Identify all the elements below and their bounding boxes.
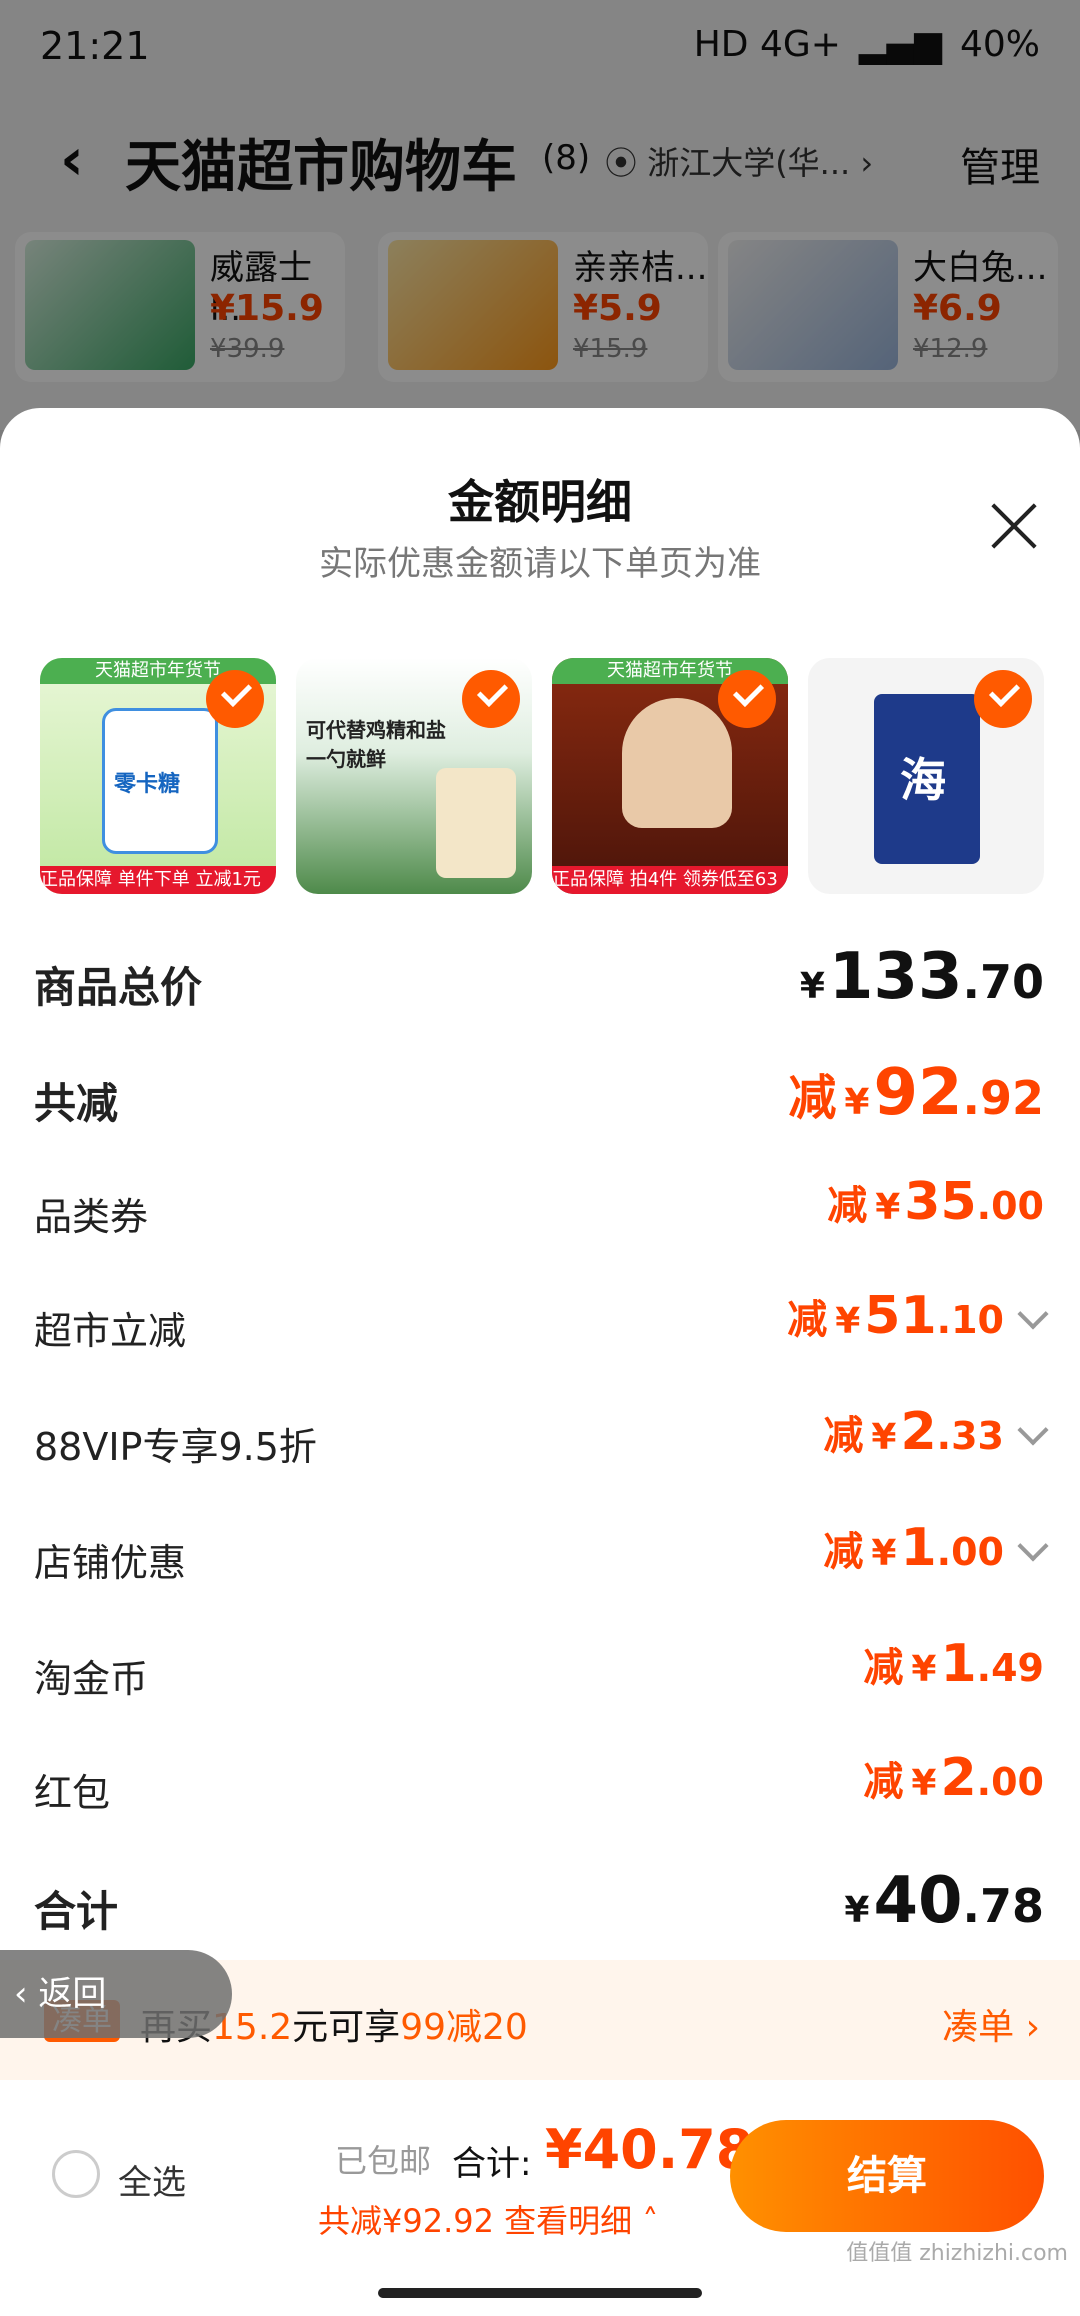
value-dec: .00 [976, 1184, 1044, 1228]
value-int: 40 [873, 1864, 963, 1938]
value-prefix: 减 [823, 1413, 864, 1459]
value-int: 35 [904, 1172, 977, 1232]
chevron-down-icon[interactable] [1017, 1530, 1049, 1562]
row-label: 店铺优惠 [34, 1541, 187, 1585]
row-store-discount[interactable]: 店铺优惠 减 ¥1.00 [34, 1518, 1049, 1598]
watermark: 值值值 zhizhizhi.com [846, 2241, 1068, 2266]
select-all-label[interactable]: 全选 [118, 2155, 186, 2204]
home-gesture-handle[interactable] [378, 2288, 702, 2298]
row-label: 淘金币 [34, 1657, 149, 1701]
value-prefix: 减 [863, 1759, 904, 1805]
thumb-label: 海 [900, 753, 946, 807]
currency-symbol: ¥ [871, 1533, 897, 1574]
row-label: 品类券 [34, 1195, 149, 1239]
row-value: 减 ¥2.33 [823, 1402, 1049, 1482]
selected-check-icon[interactable] [206, 670, 264, 728]
view-detail-toggle[interactable]: 共减¥92.92 查看明细 ˄ [318, 2196, 658, 2242]
value-int: 92 [873, 1056, 963, 1130]
value-dec: .10 [936, 1298, 1004, 1342]
row-value: 减 ¥35.00 [827, 1172, 1044, 1252]
close-icon[interactable] [988, 500, 1040, 552]
value-int: 133 [828, 940, 963, 1014]
currency-symbol: ¥ [871, 1417, 897, 1458]
value-int: 51 [864, 1286, 937, 1346]
product-image [622, 698, 732, 828]
row-value: 减 ¥1.49 [863, 1634, 1044, 1714]
value-dec: .70 [962, 955, 1045, 1009]
thumb-bottom-tag: 正品保障 单件下单 立减1元 [40, 866, 276, 894]
modal-overlay[interactable] [0, 0, 1080, 430]
row-goods-total: 商品总价 ¥133.70 [34, 940, 1044, 1020]
product-thumbnails: 天猫超市年货节 零卡糖 正品保障 单件下单 立减1元 可代替鸡精和盐 一勺就鲜 … [40, 658, 1050, 898]
row-value: 减 ¥1.00 [823, 1518, 1049, 1598]
chevron-down-icon[interactable] [1017, 1414, 1049, 1446]
value-prefix: 减 [788, 1070, 837, 1126]
selected-check-icon[interactable] [718, 670, 776, 728]
currency-symbol: ¥ [875, 1187, 901, 1228]
currency-symbol: ¥ [799, 966, 825, 1007]
value-dec: .00 [976, 1760, 1044, 1804]
value-prefix: 减 [787, 1297, 828, 1343]
product-thumb[interactable]: 天猫超市年货节 正品保障 拍4件 领券低至63折 [552, 658, 788, 894]
row-value: ¥133.70 [800, 940, 1044, 1020]
thumb-label: 可代替鸡精和盐 一勺就鲜 [306, 718, 446, 771]
add-on-link[interactable]: 凑单 › [942, 1998, 1040, 2050]
value-dec: .49 [976, 1646, 1044, 1690]
row-value: 减 ¥92.92 [788, 1056, 1044, 1136]
value-prefix: 减 [823, 1529, 864, 1575]
row-market-instant[interactable]: 超市立减 减 ¥51.10 [34, 1286, 1049, 1366]
currency-symbol: ¥ [844, 1890, 870, 1931]
selected-check-icon[interactable] [462, 670, 520, 728]
product-thumb[interactable]: 天猫超市年货节 零卡糖 正品保障 单件下单 立减1元 [40, 658, 276, 894]
row-category-coupon: 品类券 减 ¥35.00 [34, 1172, 1044, 1252]
row-label: 合计 [34, 1887, 119, 1936]
row-value: 减 ¥2.00 [863, 1748, 1044, 1828]
value-prefix: 减 [827, 1183, 868, 1229]
value-int: 2 [940, 1748, 977, 1808]
checkout-button[interactable]: 结算 [730, 2120, 1044, 2232]
selected-check-icon[interactable] [974, 670, 1032, 728]
thumb-label: 零卡糖 [114, 772, 181, 797]
back-button[interactable]: ‹ 返回 [0, 1950, 232, 2038]
row-label: 共减 [34, 1079, 119, 1128]
value-prefix: 减 [863, 1645, 904, 1691]
system-nav-bar [0, 2270, 1080, 2316]
sheet-title: 金额明细 [448, 475, 632, 529]
product-thumb[interactable]: 可代替鸡精和盐 一勺就鲜 [296, 658, 532, 894]
value-dec: .92 [962, 1071, 1045, 1125]
value-int: 2 [900, 1402, 937, 1462]
promo-text-b: 元可享 [292, 2007, 401, 2048]
row-value: ¥40.78 [844, 1864, 1044, 1944]
currency-symbol: ¥ [844, 1082, 870, 1123]
total-label: 合计: [452, 2144, 532, 2184]
value-dec: .78 [962, 1879, 1045, 1933]
value-int: 1 [900, 1518, 937, 1578]
row-grand-total: 合计 ¥40.78 [34, 1864, 1044, 1944]
promo-deal: 99减20 [400, 2007, 528, 2048]
product-image [436, 768, 516, 878]
row-taojinbi: 淘金币 减 ¥1.49 [34, 1634, 1044, 1714]
row-total-discount: 共减 减 ¥92.92 [34, 1056, 1044, 1136]
row-red-packet: 红包 减 ¥2.00 [34, 1748, 1044, 1828]
row-label: 88VIP专享9.5折 [34, 1425, 317, 1469]
row-88vip[interactable]: 88VIP专享9.5折 减 ¥2.33 [34, 1402, 1049, 1482]
thumb-bottom-tag: 正品保障 拍4件 领券低至63折 [552, 866, 788, 894]
row-label: 红包 [34, 1771, 111, 1815]
value-dec: .00 [936, 1530, 1004, 1574]
currency-symbol: ¥ [835, 1301, 861, 1342]
product-thumb[interactable]: 海 [808, 658, 1044, 894]
sheet-subtitle: 实际优惠金额请以下单页为准 [319, 544, 761, 584]
select-all-radio[interactable] [52, 2150, 100, 2198]
total-amount: ¥40.78 [545, 2118, 754, 2181]
free-shipping-label: 已包邮 [335, 2142, 432, 2180]
cart-page-background: 21:21 HD 4G+ ▂▄▆ 40% ‹ 天猫超市购物车 (8) ⦿ 浙江大… [0, 0, 1080, 430]
value-int: 1 [940, 1634, 977, 1694]
row-label: 商品总价 [34, 963, 203, 1012]
chevron-down-icon[interactable] [1017, 1298, 1049, 1330]
row-label: 超市立减 [34, 1309, 187, 1353]
currency-symbol: ¥ [911, 1763, 937, 1804]
row-value: 减 ¥51.10 [787, 1286, 1049, 1366]
value-dec: .33 [936, 1414, 1004, 1458]
currency-symbol: ¥ [911, 1649, 937, 1690]
